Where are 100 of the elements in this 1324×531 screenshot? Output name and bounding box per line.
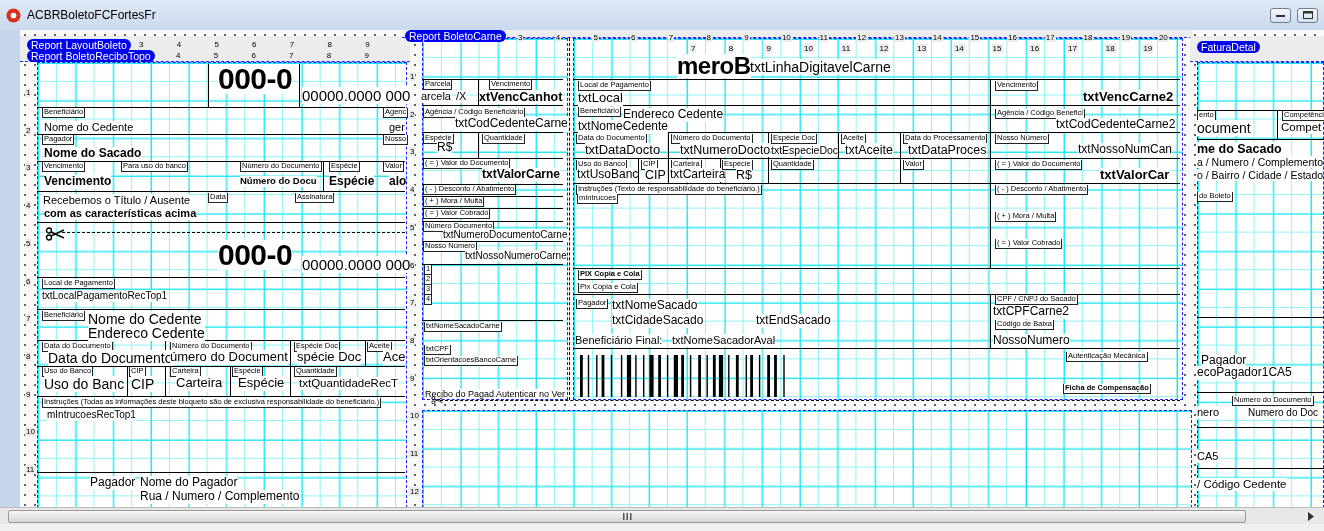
ruler-number: 7 bbox=[409, 298, 416, 308]
ruler-number: 8 bbox=[325, 51, 333, 60]
ruler-number: 8 bbox=[705, 33, 712, 42]
field-text: Uso do Banc bbox=[44, 376, 125, 393]
band-label: FaturaDetal bbox=[1197, 41, 1260, 53]
ruler-number: 13 bbox=[916, 44, 928, 53]
ruler-number: 16 bbox=[1007, 33, 1018, 42]
ruler-number: 8 bbox=[326, 40, 333, 49]
field-text: Carteira bbox=[176, 376, 223, 391]
field-text: Autenticar no Ver bbox=[496, 389, 566, 400]
field-text: txtUsoBanc bbox=[577, 168, 639, 182]
field-text: Nome do Pagador bbox=[140, 476, 238, 490]
minimize-button[interactable] bbox=[1270, 7, 1291, 23]
ruler-number: 17 bbox=[1044, 33, 1056, 42]
ruler-number: 2 bbox=[25, 125, 32, 135]
field-text: mIntrucoesRecTop1 bbox=[47, 409, 136, 421]
field-text: txtCidadeSacado bbox=[612, 314, 704, 328]
field-text: txtNomeSacadorAval bbox=[672, 334, 776, 347]
ruler-number: 7 bbox=[25, 314, 32, 324]
ruler-number: 12 bbox=[878, 44, 890, 53]
ruler-number: 9 bbox=[409, 373, 416, 383]
ruler-number: 12 bbox=[409, 486, 420, 496]
field-text: Vencimento bbox=[44, 175, 112, 189]
ruler-number: 14 bbox=[953, 44, 965, 53]
grip-icon bbox=[622, 513, 632, 520]
field-text: txtQuantidadeRecT bbox=[299, 377, 399, 391]
ruler-number: 17 bbox=[1067, 44, 1078, 53]
ruler-number: 5 bbox=[409, 222, 416, 232]
ruler-number: 9 bbox=[364, 40, 371, 49]
field-text: Rua / Numero / Complemento bbox=[140, 490, 300, 504]
ruler-number: 19 bbox=[1120, 33, 1132, 42]
field-text: NossoNumero bbox=[993, 334, 1070, 348]
ruler-number: 9 bbox=[25, 389, 32, 399]
field-text: txtValorCarne bbox=[482, 168, 561, 182]
field-text: CIP bbox=[131, 376, 155, 393]
field-text: xtVencCanhot bbox=[479, 90, 563, 105]
ruler-number: 4 bbox=[175, 51, 182, 60]
field-text: ger bbox=[389, 121, 405, 134]
ruler-number: 6 bbox=[250, 51, 257, 60]
ruler-number: 8 bbox=[409, 335, 416, 345]
ruler-number: 7 bbox=[288, 51, 295, 60]
band-label: Report LayoutBoleto bbox=[27, 39, 131, 51]
field-text: txtDataDocto bbox=[585, 143, 661, 158]
scrollbar-thumb[interactable] bbox=[8, 510, 1246, 523]
field-text: txtCPFCarne2 bbox=[993, 305, 1070, 319]
ruler-number: 5 bbox=[592, 33, 599, 42]
field-text: txtNumeroDocumentoCarne bbox=[443, 229, 568, 241]
ruler-number: 11 bbox=[25, 465, 36, 474]
field-text: txtCodCedenteCarne2 bbox=[1056, 118, 1176, 132]
ruler-number: 9 bbox=[743, 33, 750, 42]
field-text: alo bbox=[389, 175, 407, 189]
field-text: Beneficiário Final: bbox=[575, 334, 663, 347]
maximize-button[interactable] bbox=[1297, 7, 1318, 23]
field-text: Recebemos o Título / Ausente bbox=[43, 194, 191, 207]
field-text: txtDataProces bbox=[908, 143, 987, 158]
ruler-number: 4 bbox=[409, 185, 416, 195]
field-text: Numero do Doc bbox=[1248, 407, 1319, 419]
ruler-number: 6 bbox=[630, 33, 637, 42]
ruler-number: 1 bbox=[25, 88, 32, 97]
ruler-number: 3 bbox=[409, 147, 416, 157]
field-text: txtNossoNumCan bbox=[1078, 143, 1173, 157]
scroll-right-icon[interactable] bbox=[1308, 512, 1314, 521]
minimize-icon bbox=[1276, 13, 1285, 17]
ruler-number: 10 bbox=[409, 411, 420, 421]
field-text: R$ bbox=[736, 168, 752, 183]
ruler-number: 8 bbox=[727, 44, 735, 53]
field-text: txtLocalPagamentoRecTop1 bbox=[42, 290, 168, 302]
ruler-number: 1 bbox=[409, 72, 416, 81]
field-text: arcela bbox=[421, 90, 451, 103]
bank-code-text: 000-0 bbox=[218, 240, 293, 270]
ruler-number: 6 bbox=[251, 40, 258, 49]
field-text: spécie Doc bbox=[297, 350, 362, 365]
field-text: nero bbox=[1197, 406, 1220, 419]
field-text: ocument bbox=[1197, 120, 1251, 137]
field-text: com as características acima bbox=[44, 207, 197, 220]
ruler-number: 10 bbox=[803, 44, 814, 53]
ruler-number: 13 bbox=[894, 33, 905, 42]
ruler-number: 20 bbox=[1157, 33, 1169, 42]
ruler-number: 7 bbox=[667, 33, 675, 42]
bank-code-text: 000-0 bbox=[218, 64, 293, 94]
ruler-number: 5 bbox=[25, 238, 32, 248]
ruler-number: 9 bbox=[363, 51, 370, 60]
field-text: Recibo do Pagad bbox=[425, 389, 495, 400]
field-text: txtCodCedenteCarne bbox=[455, 117, 568, 131]
ruler-number: 4 bbox=[554, 33, 562, 42]
field-text: txtLocal bbox=[578, 91, 623, 106]
field-text: R$ bbox=[437, 141, 453, 155]
ruler-number: 5 bbox=[213, 40, 220, 49]
ruler-number: 6 bbox=[25, 276, 32, 286]
field-text: txtNossoNumeroCarne bbox=[465, 250, 567, 262]
field-text: Número do Docu bbox=[240, 176, 317, 187]
ruler-number: 11 bbox=[409, 449, 420, 458]
ruler-number: 16 bbox=[1029, 44, 1041, 53]
field-text: Pagador bbox=[90, 476, 136, 490]
field-text: Espécie bbox=[238, 376, 285, 391]
ruler-number: 18 bbox=[1082, 33, 1094, 42]
horizontal-scrollbar[interactable] bbox=[0, 507, 1324, 524]
ruler-number: 5 bbox=[212, 51, 220, 60]
field-text: úmero do Document bbox=[170, 350, 288, 365]
ruler-number: 10 bbox=[780, 33, 792, 42]
